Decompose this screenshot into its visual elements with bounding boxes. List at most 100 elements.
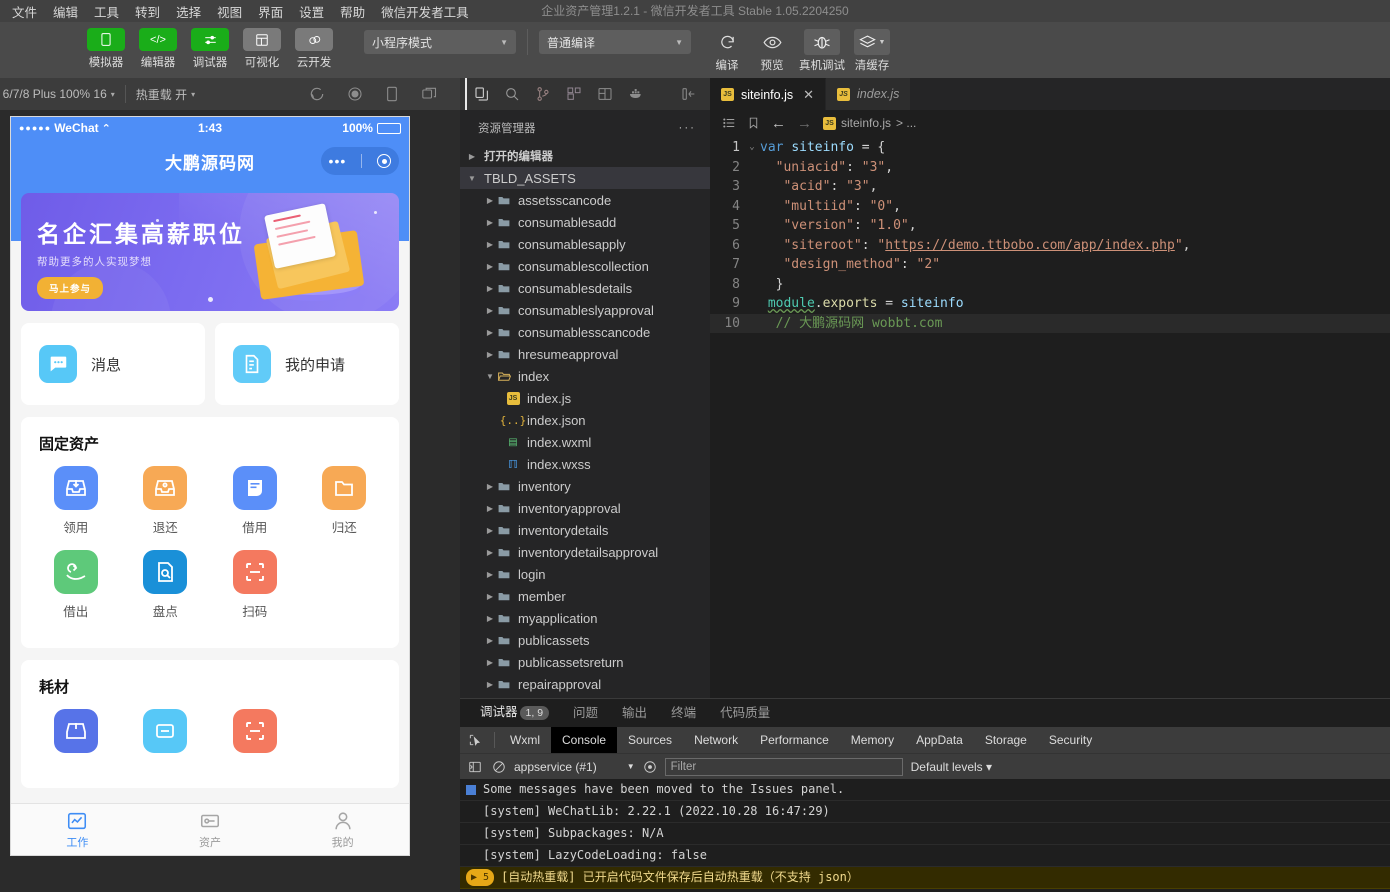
wechat-capsule-button[interactable]: ••• (321, 147, 399, 175)
tool-sliders-button[interactable]: 调试器 (188, 28, 232, 70)
tool-layout-button[interactable]: 可视化 (240, 28, 284, 70)
outline-icon[interactable] (722, 116, 736, 130)
close-icon[interactable]: ✕ (803, 87, 814, 103)
more-actions-icon[interactable]: ··· (679, 122, 697, 134)
file-tree-item[interactable]: ▶{..}index.json (460, 409, 710, 431)
file-tree-item[interactable]: ▶publicassetsreturn (460, 651, 710, 673)
file-tree-item[interactable]: ▶inventorydetails (460, 519, 710, 541)
file-tree-item[interactable]: ▶consumablesscancode (460, 321, 710, 343)
record-icon[interactable] (347, 86, 363, 102)
editor-tab-index.js[interactable]: JSindex.js (826, 78, 911, 110)
menu-item-1[interactable]: 编辑 (45, 0, 86, 23)
file-tree-item[interactable]: ▶inventoryapproval (460, 497, 710, 519)
grid-item-2[interactable]: 借用 (210, 466, 300, 536)
tabbar-item-2[interactable]: 我的 (276, 804, 409, 855)
file-tree-item[interactable]: ▶login (460, 563, 710, 585)
console-context-select[interactable]: appservice (#1) ▼ (514, 760, 635, 774)
file-tree-item[interactable]: ▶▤index.wxml (460, 431, 710, 453)
tool-phone-button[interactable]: 模拟器 (84, 28, 128, 70)
menu-item-8[interactable]: 帮助 (332, 0, 373, 23)
panel-tab-1[interactable]: 问题 (561, 699, 610, 727)
file-tree-item[interactable]: ▶assetsscancode (460, 189, 710, 211)
expand-count-badge[interactable]: ▶ 5 (466, 869, 494, 886)
menu-item-6[interactable]: 界面 (250, 0, 291, 23)
editor-tab-siteinfo.js[interactable]: JSsiteinfo.js✕ (710, 78, 826, 110)
devtools-tab-appdata[interactable]: AppData (905, 727, 974, 753)
refresh-icon[interactable] (309, 86, 325, 102)
devtools-tab-sources[interactable]: Sources (617, 727, 683, 753)
back-icon[interactable]: ← (771, 115, 786, 132)
devtools-tab-wxml[interactable]: Wxml (499, 727, 551, 753)
file-tree-item[interactable]: ▶member (460, 585, 710, 607)
split-editor-icon[interactable] (589, 78, 620, 110)
file-tree-item[interactable]: ▶JSindex.js (460, 387, 710, 409)
menu-item-4[interactable]: 选择 (168, 0, 209, 23)
devtools-tab-console[interactable]: Console (551, 727, 617, 753)
menu-item-2[interactable]: 工具 (86, 0, 127, 23)
console-settings-icon[interactable] (643, 760, 657, 774)
file-tree-item[interactable]: ▶repairapproval (460, 673, 710, 695)
clearcache-action[interactable]: ▼ 清缓存 (854, 29, 890, 73)
file-tree-item[interactable]: ▶myapplication (460, 607, 710, 629)
devtools-tab-memory[interactable]: Memory (840, 727, 905, 753)
grid-item-3[interactable]: 归还 (300, 466, 390, 536)
search-icon[interactable] (496, 78, 527, 110)
menu-item-0[interactable]: 文件 (4, 0, 45, 23)
tool-cloud-button[interactable]: 云开发 (292, 28, 336, 70)
realdevice-action[interactable]: 真机调试 (799, 29, 845, 73)
clear-console-icon[interactable] (492, 760, 506, 774)
console-filter-input[interactable]: Filter (665, 758, 903, 776)
menu-item-5[interactable]: 视图 (209, 0, 250, 23)
file-tree-item[interactable]: ▶inventorydetailsapproval (460, 541, 710, 563)
extensions-icon[interactable] (558, 78, 589, 110)
promo-banner[interactable]: 名企汇集高薪职位 帮助更多的人实现梦想 马上参与 (21, 193, 399, 311)
menu-item-7[interactable]: 设置 (291, 0, 332, 23)
code-content[interactable]: 1⌄var siteinfo = {2 "uniacid": "3",3 "ac… (710, 136, 1390, 698)
preview-action[interactable]: 预览 (754, 29, 790, 73)
project-root-row[interactable]: ▼ TBLD_ASSETS (460, 167, 710, 189)
grid-item-6[interactable]: 扫码 (210, 550, 300, 620)
grid-item-0[interactable] (31, 709, 121, 760)
menu-item-3[interactable]: 转到 (127, 0, 168, 23)
source-control-icon[interactable] (527, 78, 558, 110)
grid-item-0[interactable]: 领用 (31, 466, 121, 536)
files-icon[interactable] (465, 78, 496, 110)
forward-icon[interactable]: → (797, 115, 812, 132)
console-levels-select[interactable]: Default levels ▾ (911, 760, 992, 774)
menu-item-9[interactable]: 微信开发者工具 (373, 0, 477, 23)
file-tree-item[interactable]: ▶consumablesdetails (460, 277, 710, 299)
fold-toggle[interactable]: ⌄ (744, 138, 760, 158)
device-select[interactable]: ne 6/7/8 Plus 100% 16 (0, 87, 117, 101)
grid-item-2[interactable] (210, 709, 300, 760)
quick-card-1[interactable]: 我的申请 (215, 323, 399, 405)
device-icon[interactable] (385, 86, 399, 102)
devtools-tab-security[interactable]: Security (1038, 727, 1103, 753)
grid-item-1[interactable] (121, 709, 211, 760)
compile-select[interactable]: 普通编译 ▼ (539, 30, 691, 54)
file-tree-item[interactable]: ▶consumablesadd (460, 211, 710, 233)
devtools-tab-performance[interactable]: Performance (749, 727, 840, 753)
grid-item-5[interactable]: 盘点 (121, 550, 211, 620)
panel-tab-4[interactable]: 代码质量 (708, 699, 782, 727)
devtools-tab-storage[interactable]: Storage (974, 727, 1038, 753)
tabbar-item-0[interactable]: 工作 (11, 804, 144, 855)
docker-icon[interactable] (620, 78, 651, 110)
grid-item-1[interactable]: 退还 (121, 466, 211, 536)
compile-action[interactable]: 编译 (709, 29, 745, 73)
file-tree-item[interactable]: ▶consumableslyapproval (460, 299, 710, 321)
bookmark-icon[interactable] (747, 116, 760, 130)
open-editors-row[interactable]: ▶ 打开的编辑器 (460, 145, 710, 167)
file-tree-item[interactable]: ▶hresumeapproval (460, 343, 710, 365)
file-tree-item[interactable]: ▶consumablesapply (460, 233, 710, 255)
tool-code-button[interactable]: </>编辑器 (136, 28, 180, 70)
panel-tab-2[interactable]: 输出 (610, 699, 659, 727)
show-console-sidebar-icon[interactable] (466, 760, 484, 774)
quick-card-0[interactable]: 消息 (21, 323, 205, 405)
panel-tab-0[interactable]: 调试器1, 9 (468, 698, 561, 728)
devtools-tab-network[interactable]: Network (683, 727, 749, 753)
file-tree-item[interactable]: ▶consumablescollection (460, 255, 710, 277)
hotreload-select[interactable]: 热重载 开 (136, 86, 187, 103)
inspect-element-icon[interactable] (460, 733, 490, 747)
file-tree-item[interactable]: ▶publicassets (460, 629, 710, 651)
panel-tab-3[interactable]: 终端 (659, 699, 708, 727)
